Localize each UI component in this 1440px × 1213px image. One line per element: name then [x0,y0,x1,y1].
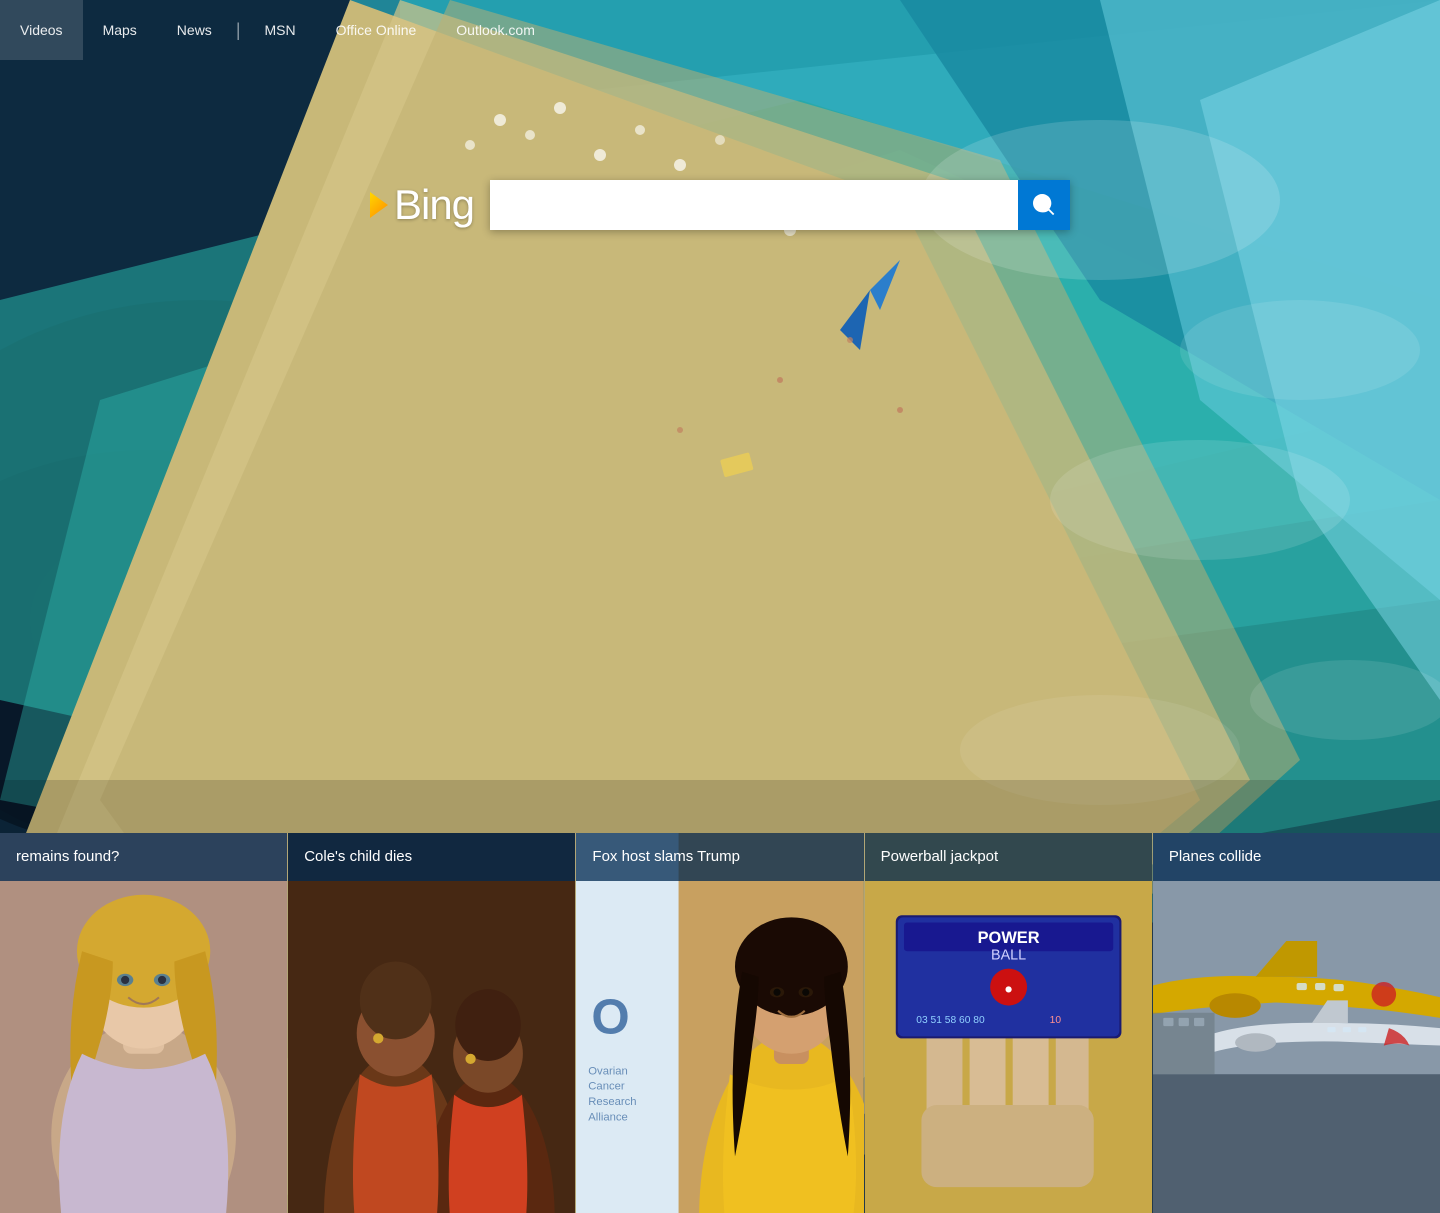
svg-text:Research: Research [589,1096,637,1108]
navigation-bar: Videos Maps News | MSN Office Online Out… [0,0,1440,60]
nav-news[interactable]: News [157,0,232,60]
news-card-cole-title: Cole's child dies [288,833,575,881]
search-area: Bing [0,180,1440,230]
search-button[interactable] [1018,180,1070,230]
news-card-powerball-image: POWER BALL ● 03 51 58 60 80 10 [865,833,1152,1213]
nav-msn[interactable]: MSN [245,0,316,60]
news-card-fox-title: Fox host slams Trump [576,833,863,881]
news-card-fox[interactable]: O Ovarian Cancer Research Alliance [576,833,864,1213]
news-card-remains-title: remains found? [0,833,287,881]
news-card-planes-title: Planes collide [1153,833,1440,881]
news-strip: remains found? [0,833,1440,1213]
news-card-cole-image [288,833,575,1213]
bing-logo-triangle [370,192,388,218]
bing-logo-text: Bing [394,181,474,229]
news-card-remains-image [0,833,287,1213]
nav-office-online[interactable]: Office Online [316,0,437,60]
svg-text:10: 10 [1049,1015,1061,1026]
nav-maps[interactable]: Maps [83,0,157,60]
svg-text:03 51 58 60 80: 03 51 58 60 80 [916,1015,985,1026]
svg-text:BALL: BALL [991,947,1026,963]
news-card-fox-image: O Ovarian Cancer Research Alliance [576,833,863,1213]
nav-separator: | [232,20,245,41]
search-input[interactable] [490,180,1018,230]
svg-text:Alliance: Alliance [589,1111,628,1123]
svg-text:O: O [592,989,630,1044]
svg-text:POWER: POWER [977,929,1039,947]
news-card-planes-image [1153,833,1440,1213]
news-card-powerball[interactable]: POWER BALL ● 03 51 58 60 80 10 Powerball… [865,833,1153,1213]
search-box [490,180,1070,230]
news-card-planes[interactable]: Planes collide [1153,833,1440,1213]
news-card-powerball-title: Powerball jackpot [865,833,1152,881]
svg-text:Cancer: Cancer [589,1081,626,1093]
news-card-remains[interactable]: remains found? [0,833,288,1213]
nav-videos[interactable]: Videos [0,0,83,60]
news-card-cole[interactable]: Cole's child dies [288,833,576,1213]
bing-logo: Bing [370,181,474,229]
search-icon [1033,194,1055,216]
nav-outlook[interactable]: Outlook.com [436,0,555,60]
svg-text:●: ● [1004,981,1013,997]
svg-text:Ovarian: Ovarian [589,1065,628,1077]
